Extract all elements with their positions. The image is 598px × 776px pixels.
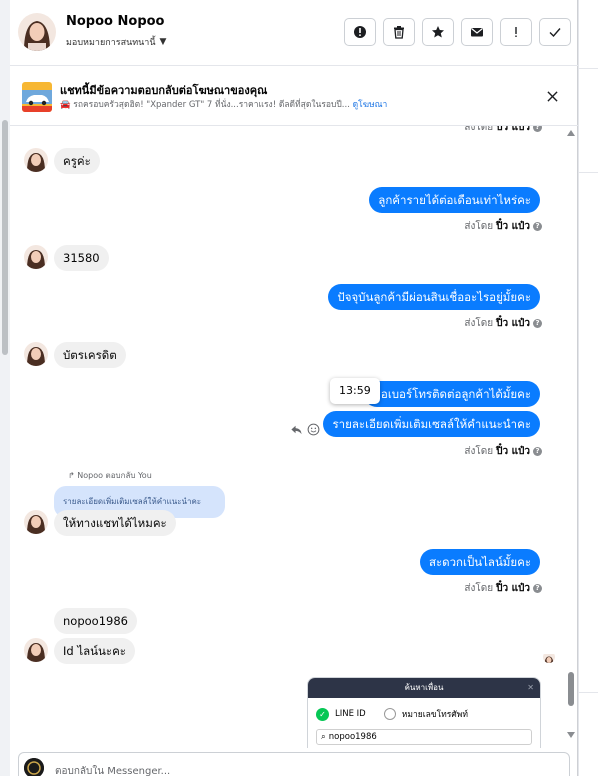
sent-by-prefix: ส่งโดย (464, 583, 494, 594)
reply-icon[interactable] (290, 423, 303, 436)
page-scrollbar[interactable] (0, 0, 10, 776)
sent-by-label: ส่งโดย ปิ๋ว แป๋ว ? (464, 126, 542, 135)
app: Nopoo Nopoo มอบหมายการสนทนานี้ ▼ แชทนี้ม… (0, 0, 598, 776)
ad-description: 🚘 รถครอบครัวสุดฮิต! "Xpander GT" 7 ที่นั… (60, 97, 387, 111)
phone-option: หมายเลขโทรศัพท์ (401, 710, 468, 720)
header-actions (344, 18, 571, 46)
emoji-react-icon[interactable] (307, 423, 320, 436)
page-avatar (24, 758, 44, 776)
timestamp-tooltip: 13:59 (330, 378, 380, 404)
info-icon: ? (533, 126, 542, 132)
mail-button[interactable] (461, 18, 493, 46)
info-icon: ? (533, 584, 542, 593)
incoming-message[interactable]: 31580 (54, 245, 109, 271)
divider (578, 68, 598, 69)
search-icon: ⌕ (321, 732, 326, 742)
incoming-message[interactable]: nopoo1986 (54, 608, 137, 634)
contact-avatar-small (24, 245, 48, 269)
sent-by-label: ส่งโดย ปิ๋ว แป๋ว ? (464, 316, 542, 331)
chat-panel: Nopoo Nopoo มอบหมายการสนทนานี้ ▼ แชทนี้ม… (10, 0, 578, 776)
contact-avatar-small (24, 510, 48, 534)
sent-by-prefix: ส่งโดย (464, 126, 494, 133)
contact-avatar-small (24, 148, 48, 172)
info-icon: ? (533, 319, 542, 328)
mark-spam-button[interactable] (500, 18, 532, 46)
sender-name: ปิ๋ว แป๋ว (496, 583, 530, 594)
reply-context: ↱ Nopoo ตอบกลับ You (68, 469, 152, 482)
sent-by-label: ส่งโดย ปิ๋ว แป๋ว ? (464, 444, 542, 459)
assign-label: มอบหมายการสนทนานี้ (66, 38, 156, 48)
chat-header: Nopoo Nopoo มอบหมายการสนทนานี้ ▼ (10, 0, 578, 66)
sender-name: ปิ๋ว แป๋ว (496, 446, 530, 457)
divider (578, 172, 598, 173)
sent-by-prefix: ส่งโดย (464, 318, 494, 329)
page-scrollbar-thumb[interactable] (2, 120, 8, 355)
sent-by-label: ส่งโดย ปิ๋ว แป๋ว ? (464, 219, 542, 234)
trash-icon (394, 26, 404, 39)
close-ad-button[interactable] (542, 86, 562, 106)
star-button[interactable] (422, 18, 454, 46)
reply-composer[interactable]: ตอบกลับใน Messenger... (18, 752, 570, 776)
sender-name: ปิ๋ว แป๋ว (496, 221, 530, 232)
divider (578, 692, 598, 693)
line-card-title: ค้นหาเพื่อน (404, 683, 444, 692)
star-icon (432, 26, 444, 38)
check-icon: ✓ (316, 707, 329, 721)
check-icon (549, 28, 561, 38)
incoming-message[interactable]: ให้ทางแชทได้ไหมคะ (54, 510, 176, 536)
message-actions (290, 423, 320, 436)
contact-avatar[interactable] (18, 13, 56, 51)
delete-button[interactable] (383, 18, 415, 46)
line-card-options: ✓ LINE ID หมายเลขโทรศัพท์ (308, 698, 540, 721)
ad-text: 🚘 รถครอบครัวสุดฮิต! "Xpander GT" 7 ที่นั… (60, 100, 350, 110)
alert-circle-icon (354, 26, 366, 38)
reply-context-label: Nopoo ตอบกลับ You (77, 471, 152, 480)
reply-input[interactable]: ตอบกลับใน Messenger... (55, 764, 170, 776)
sent-by-prefix: ส่งโดย (464, 221, 494, 232)
exclamation-icon (515, 27, 517, 37)
contact-name: Nopoo Nopoo (66, 14, 165, 29)
contact-avatar-small (24, 342, 48, 366)
sent-by-label: ส่งโดย ปิ๋ว แป๋ว ? (464, 581, 542, 596)
sender-name: ปิ๋ว แป๋ว (496, 126, 530, 133)
message-list[interactable]: ส่งโดย ปิ๋ว แป๋ว ? ครูค่ะ ลูกค้ารายได้ต่… (10, 126, 578, 748)
line-card-search: ⌕ nopoo1986 (316, 729, 532, 745)
sent-by-prefix: ส่งโดย (464, 446, 494, 457)
info-icon: ? (533, 447, 542, 456)
close-icon (546, 90, 558, 102)
caret-down-icon: ▼ (159, 37, 167, 47)
scroll-up-icon[interactable] (567, 130, 575, 136)
incoming-message[interactable]: Id ไลน์นะคะ (54, 638, 135, 664)
alert-circle-button[interactable] (344, 18, 376, 46)
ad-thumbnail[interactable] (22, 82, 52, 112)
line-search-value: nopoo1986 (328, 732, 377, 742)
message-scrollbar[interactable] (565, 126, 577, 748)
sender-name: ปิ๋ว แป๋ว (496, 318, 530, 329)
line-screenshot-image[interactable]: ค้นหาเพื่อน ✕ ✓ LINE ID หมายเลขโทรศัพท์ … (307, 677, 541, 748)
scroll-down-icon[interactable] (567, 732, 575, 738)
outgoing-message[interactable]: ขอเบอร์โทรติดต่อลูกค้าได้มั้ยคะ (364, 381, 540, 407)
outgoing-message[interactable]: ปัจจุบันลูกค้ามีผ่อนสินเชื่ออะไรอยู่มั้ย… (328, 284, 540, 310)
right-background (578, 0, 598, 776)
view-ad-link[interactable]: ดูโฆษณา (353, 100, 388, 110)
line-id-option: LINE ID (335, 709, 366, 719)
ad-reply-banner: แชทนี้มีข้อความตอบกลับต่อโฆษณาของคุณ 🚘 ร… (10, 66, 578, 126)
contact-avatar-small (24, 638, 48, 662)
message-scrollbar-thumb[interactable] (568, 672, 574, 706)
mark-done-button[interactable] (539, 18, 571, 46)
mail-icon (471, 28, 483, 37)
close-icon: ✕ (527, 683, 534, 692)
incoming-message[interactable]: บัตรเครดิต (54, 342, 126, 368)
info-icon: ? (533, 222, 542, 231)
line-card-header: ค้นหาเพื่อน ✕ (308, 678, 540, 698)
seen-avatar (543, 651, 555, 663)
outgoing-message[interactable]: รายละเอียดเพิ่มเติมเซลล์ให้คำแนะนำคะ (323, 411, 540, 437)
outgoing-message[interactable]: สะดวกเป็นไลน์มั้ยคะ (419, 549, 540, 575)
assign-conversation[interactable]: มอบหมายการสนทนานี้ ▼ (66, 35, 166, 49)
incoming-message[interactable]: ครูค่ะ (54, 148, 100, 174)
outgoing-message[interactable]: ลูกค้ารายได้ต่อเดือนเท่าไหร่คะ (369, 187, 540, 213)
radio-icon (383, 708, 396, 720)
reply-arrow-icon: ↱ (68, 471, 75, 480)
